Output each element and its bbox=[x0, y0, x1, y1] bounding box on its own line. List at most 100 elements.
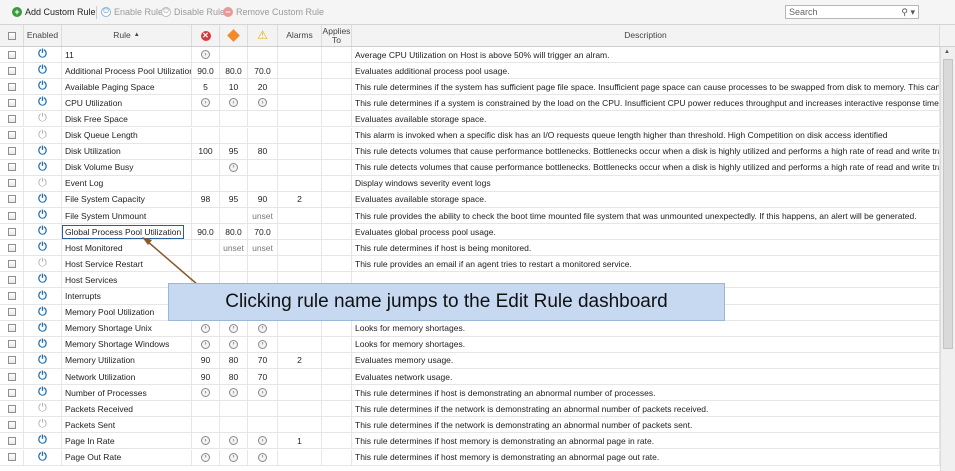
threshold-detail-icon[interactable]: › bbox=[201, 388, 210, 398]
rule-name-cell[interactable]: Number of Processes bbox=[62, 385, 192, 401]
rule-name-link[interactable]: Disk Queue Length bbox=[65, 130, 138, 140]
threshold-detail-icon[interactable]: › bbox=[201, 323, 210, 333]
disable-rule-button[interactable]: ⏻ Disable Rule bbox=[161, 7, 225, 17]
power-on-icon[interactable]: ⏻ bbox=[38, 242, 47, 253]
power-on-icon[interactable]: ⏻ bbox=[38, 226, 47, 237]
row-select-cell[interactable] bbox=[0, 143, 24, 159]
table-row[interactable]: ⏻ 11 › Average CPU Utilization on Host is a… bbox=[0, 47, 940, 63]
power-on-icon[interactable]: ⏻ bbox=[38, 145, 47, 157]
threshold-detail-icon[interactable]: › bbox=[229, 436, 238, 446]
table-row[interactable]: ⏻ Packets Sent This rule determines if the… bbox=[0, 417, 940, 434]
rule-name-cell[interactable]: Packets Sent bbox=[62, 417, 192, 433]
threshold-detail-icon[interactable]: › bbox=[229, 98, 238, 108]
table-row[interactable]: ⏻ Memory Utilization 90 80 70 2 Evaluates memo… bbox=[0, 352, 940, 369]
row-checkbox[interactable] bbox=[7, 211, 16, 220]
row-select-cell[interactable] bbox=[0, 433, 24, 449]
power-on-icon[interactable]: ⏻ bbox=[38, 338, 47, 350]
row-checkbox[interactable] bbox=[7, 404, 16, 413]
add-custom-rule-button[interactable]: + Add Custom Rule bbox=[12, 7, 96, 17]
row-checkbox[interactable] bbox=[7, 292, 16, 300]
table-row[interactable]: ⏻ Page In Rate › › › 1 This rule determines if… bbox=[0, 433, 940, 450]
row-checkbox[interactable] bbox=[7, 372, 16, 381]
rule-name-link[interactable]: Available Paging Space bbox=[65, 82, 155, 92]
row-checkbox[interactable] bbox=[7, 147, 16, 156]
rule-name-cell[interactable]: Packets Received bbox=[62, 401, 192, 417]
header-warning[interactable]: ⚠ bbox=[248, 25, 278, 46]
threshold-detail-icon[interactable]: › bbox=[258, 339, 267, 349]
threshold-detail-icon[interactable]: › bbox=[201, 50, 210, 59]
enabled-cell[interactable]: ⏻ bbox=[24, 320, 62, 336]
header-rule[interactable]: Rule ▲ bbox=[62, 25, 192, 46]
power-off-icon[interactable]: ⏻ bbox=[38, 177, 47, 189]
row-checkbox[interactable] bbox=[7, 131, 16, 139]
threshold-detail-icon[interactable]: › bbox=[258, 436, 267, 446]
power-on-icon[interactable]: ⏻ bbox=[38, 371, 47, 382]
search-input[interactable]: Search ⚲ ▾ bbox=[785, 5, 919, 19]
rule-name-link[interactable]: Disk Utilization bbox=[65, 146, 121, 156]
rule-name-link[interactable]: Host Services bbox=[65, 275, 117, 285]
rule-name-cell[interactable]: Event Log bbox=[62, 175, 192, 191]
power-on-icon[interactable]: ⏻ bbox=[38, 435, 47, 446]
table-row[interactable]: ⏻ Packets Received This rule determines if… bbox=[0, 401, 940, 418]
rule-name-link[interactable]: 11 bbox=[65, 50, 74, 60]
rule-name-link[interactable]: Disk Free Space bbox=[65, 114, 128, 124]
rule-name-cell[interactable]: Host Service Restart bbox=[62, 256, 192, 272]
rule-name-cell[interactable]: Network Utilization bbox=[62, 369, 192, 384]
row-select-cell[interactable] bbox=[0, 47, 24, 62]
threshold-detail-icon[interactable]: › bbox=[258, 98, 267, 108]
row-select-cell[interactable] bbox=[0, 208, 24, 223]
enable-rule-button[interactable]: ⏻ Enable Rule bbox=[101, 7, 163, 17]
table-row[interactable]: ⏻ Page Out Rate › › › This rule determines if… bbox=[0, 449, 940, 466]
row-select-cell[interactable] bbox=[0, 111, 24, 127]
rule-name-cell[interactable]: Host Monitored bbox=[62, 240, 192, 256]
row-checkbox[interactable] bbox=[7, 340, 16, 349]
threshold-detail-icon[interactable]: › bbox=[258, 388, 267, 398]
threshold-detail-icon[interactable]: › bbox=[229, 452, 238, 462]
rule-name-link[interactable]: Packets Received bbox=[65, 404, 133, 414]
header-alarms[interactable]: Alarms bbox=[278, 25, 322, 46]
enabled-cell[interactable]: ⏻ bbox=[24, 127, 62, 143]
rule-name-cell[interactable]: Memory Utilization bbox=[62, 352, 192, 368]
rule-name-link[interactable]: Global Process Pool Utilization bbox=[62, 224, 185, 239]
table-row[interactable]: ⏻ Memory Shortage Windows › › › Looks for mem… bbox=[0, 336, 940, 353]
enabled-cell[interactable]: ⏻ bbox=[24, 240, 62, 256]
row-select-cell[interactable] bbox=[0, 191, 24, 207]
rule-name-cell[interactable]: File System Unmount bbox=[62, 208, 192, 223]
power-on-icon[interactable]: ⏻ bbox=[38, 290, 47, 302]
table-row[interactable]: ⏻ Memory Shortage Unix › › › Looks for memory… bbox=[0, 320, 940, 337]
row-checkbox[interactable] bbox=[7, 324, 16, 333]
table-row[interactable]: ⏻ Disk Free Space Evaluates available stor… bbox=[0, 111, 940, 128]
rule-name-cell[interactable]: Available Paging Space bbox=[62, 79, 192, 95]
row-select-cell[interactable] bbox=[0, 240, 24, 256]
row-checkbox[interactable] bbox=[7, 66, 16, 75]
rule-name-link[interactable]: Additional Process Pool Utilization bbox=[65, 66, 191, 76]
power-on-icon[interactable]: ⏻ bbox=[38, 354, 47, 366]
rule-name-cell[interactable]: File System Capacity bbox=[62, 191, 192, 207]
table-row[interactable]: ⏻ Disk Utilization 100 95 80 This rule detect… bbox=[0, 143, 940, 160]
enabled-cell[interactable]: ⏻ bbox=[24, 63, 62, 79]
row-select-cell[interactable] bbox=[0, 449, 24, 465]
enabled-cell[interactable]: ⏻ bbox=[24, 304, 62, 320]
power-on-icon[interactable]: ⏻ bbox=[38, 274, 47, 285]
table-row[interactable]: ⏻ File System Unmount unset This rule provi… bbox=[0, 208, 940, 224]
select-all-checkbox[interactable] bbox=[7, 31, 16, 40]
rule-name-link[interactable]: Interrupts bbox=[65, 291, 101, 301]
enabled-cell[interactable]: ⏻ bbox=[24, 449, 62, 465]
table-row[interactable]: ⏻ Available Paging Space 5 10 20 This rule de… bbox=[0, 79, 940, 96]
rule-name-cell[interactable]: Disk Volume Busy bbox=[62, 159, 192, 175]
rule-name-cell[interactable]: Page In Rate bbox=[62, 433, 192, 449]
enabled-cell[interactable]: ⏻ bbox=[24, 47, 62, 62]
scrollbar-thumb[interactable] bbox=[943, 59, 953, 349]
power-on-icon[interactable]: ⏻ bbox=[38, 306, 47, 318]
row-checkbox[interactable] bbox=[7, 227, 16, 236]
rule-name-link[interactable]: Number of Processes bbox=[65, 388, 147, 398]
rule-name-cell[interactable]: Disk Queue Length bbox=[62, 127, 192, 143]
rule-name-cell[interactable]: Memory Shortage Unix bbox=[62, 320, 192, 336]
row-select-cell[interactable] bbox=[0, 63, 24, 79]
enabled-cell[interactable]: ⏻ bbox=[24, 256, 62, 272]
power-on-icon[interactable]: ⏻ bbox=[38, 387, 47, 398]
row-select-cell[interactable] bbox=[0, 79, 24, 95]
row-checkbox[interactable] bbox=[7, 453, 16, 461]
row-select-cell[interactable] bbox=[0, 224, 24, 240]
row-checkbox[interactable] bbox=[7, 98, 16, 107]
